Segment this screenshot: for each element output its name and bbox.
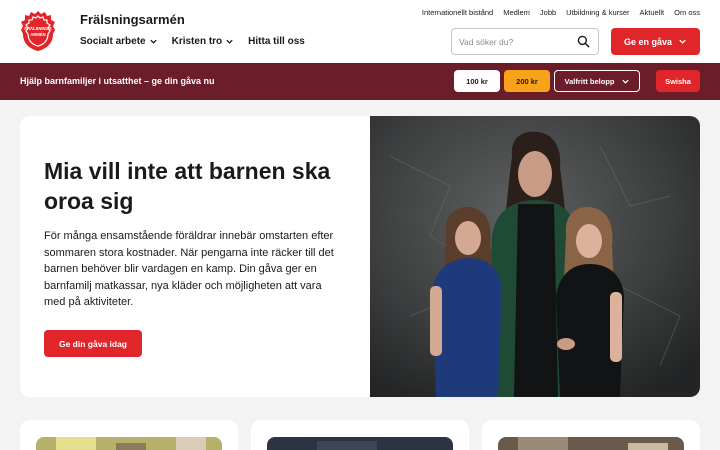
card-image [267,437,453,450]
search-box [451,28,599,55]
article-card[interactable] [20,420,238,450]
give-gift-button[interactable]: Ge en gåva [611,28,700,55]
custom-amount-dropdown[interactable]: Valfritt belopp [554,70,640,92]
article-card[interactable] [482,420,700,450]
util-link-aktuellt[interactable]: Aktuellt [640,8,665,17]
hero-body: För många ensamstående föräldrar innebär… [44,230,334,308]
article-card[interactable] [251,420,469,450]
util-link-internationellt-bistand[interactable]: Internationellt bistånd [422,8,493,17]
card-image [36,437,222,450]
hero-title: Mia vill inte att barnen ska oroa sig [44,158,331,214]
chevron-down-icon [149,39,157,44]
search-input[interactable] [452,29,572,54]
chevron-down-icon [679,39,686,44]
site-header: FRÄLSNINGS ARMÉN Frälsningsarmén Socialt… [0,0,720,63]
amount-200-button[interactable]: 200 kr [504,70,550,92]
search-icon[interactable] [577,35,590,48]
nav-label: Socialt arbete [80,36,146,47]
swish-button[interactable]: Swisha [656,70,700,92]
card-image [498,437,684,450]
donation-bar-text: Hjälp barnfamiljer i utsatthet – ge din … [20,76,215,86]
chevron-down-icon [621,79,629,84]
nav-label: Hitta till oss [248,36,305,47]
give-gift-label: Ge en gåva [623,36,673,47]
util-link-medlem[interactable]: Medlem [503,8,530,17]
amount-100-button[interactable]: 100 kr [454,70,500,92]
util-link-om-oss[interactable]: Om oss [674,8,700,17]
donation-bar: Hjälp barnfamiljer i utsatthet – ge din … [0,63,720,100]
salvation-army-logo[interactable]: FRÄLSNINGS ARMÉN [20,10,56,52]
site-name[interactable]: Frälsningsarmén [80,12,185,27]
nav-kristen-tro[interactable]: Kristen tro [172,36,235,47]
nav-socialt-arbete[interactable]: Socialt arbete [80,36,158,47]
chevron-down-icon [226,39,233,44]
main-nav: Socialt arbete Kristen tro Hitta till os… [80,36,305,47]
nav-hitta-till-oss[interactable]: Hitta till oss [248,36,305,47]
hero-cta-button[interactable]: Ge din gåva idag [44,330,142,357]
custom-amount-label: Valfritt belopp [564,76,615,86]
util-link-jobb[interactable]: Jobb [540,8,556,17]
utility-nav: Internationellt bistånd Medlem Jobb Utbi… [422,8,700,17]
hero-card: Mia vill inte att barnen ska oroa sig Fö… [20,116,700,397]
nav-label: Kristen tro [171,36,223,47]
svg-text:ARMÉN: ARMÉN [30,32,45,37]
util-link-utbildning[interactable]: Utbildning & kurser [566,8,629,17]
svg-text:FRÄLSNINGS: FRÄLSNINGS [24,26,51,31]
hero-photo [370,116,700,397]
